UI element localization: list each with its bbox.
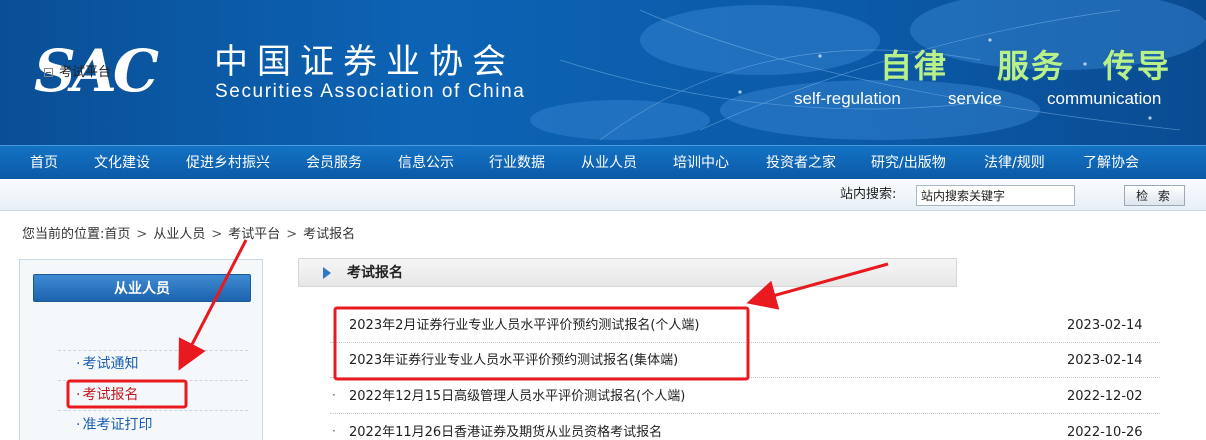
breadcrumb: 您当前的位置:首页 > 从业人员 > 考试平台 > 考试报名 — [22, 226, 355, 244]
slogan-communication-cn: 传导 — [1103, 47, 1172, 85]
news-date: 2022-12-02 — [1067, 389, 1143, 404]
section-title: 考试报名 — [347, 265, 403, 281]
news-date: 2023-02-14 — [1067, 318, 1143, 333]
slogan-self-regulation-cn: 自律 — [880, 47, 949, 85]
bullet-icon: · — [332, 388, 336, 402]
sidebar-link-exam-notice[interactable]: · 考试通知 — [76, 355, 138, 373]
collapse-minus-icon[interactable] — [44, 68, 53, 77]
main-nav: 首页 文化建设 促进乡村振兴 会员服务 信息公示 行业数据 从业人员 培训中心 … — [0, 145, 1206, 179]
org-name-en: Securities Association of China — [215, 81, 526, 102]
list-item[interactable]: 2023年2月证券行业专业人员水平评价预约测试报名(个人端) 2023-02-1… — [330, 309, 1160, 343]
search-input[interactable] — [916, 185, 1075, 206]
sidebar-divider — [58, 410, 248, 411]
nav-home[interactable]: 首页 — [30, 146, 58, 180]
list-item[interactable]: 2023年证券行业专业人员水平评价预约测试报名(集体端) 2023-02-14 — [330, 344, 1160, 378]
news-date: 2023-02-14 — [1067, 353, 1143, 368]
breadcrumb-exam-registration: 考试报名 — [303, 227, 356, 242]
sidebar-link-label: 准考证打印 — [82, 417, 153, 433]
sidebar-link-exam-registration[interactable]: · 考试报名 — [76, 386, 138, 404]
news-title[interactable]: 2022年12月15日高级管理人员水平评价测试报名(个人端) — [349, 388, 685, 406]
section-header: 考试报名 — [298, 258, 957, 287]
sidebar-group-exam-platform[interactable]: 考试平台 — [44, 64, 111, 82]
sidebar-group-label: 考试平台 — [59, 65, 112, 80]
breadcrumb-exam-platform[interactable]: 考试平台 — [228, 226, 280, 244]
news-title[interactable]: 2023年证券行业专业人员水平评价预约测试报名(集体端) — [349, 352, 678, 370]
breadcrumb-practitioners[interactable]: 从业人员 — [153, 226, 205, 244]
nav-member-services[interactable]: 会员服务 — [306, 146, 362, 180]
bullet-icon: · — [76, 356, 81, 372]
nav-culture[interactable]: 文化建设 — [94, 146, 150, 180]
sidebar-title[interactable]: 从业人员 — [33, 274, 251, 302]
nav-about[interactable]: 了解协会 — [1083, 146, 1139, 180]
nav-practitioners[interactable]: 从业人员 — [581, 146, 637, 180]
sidebar-link-label: 考试通知 — [82, 356, 139, 372]
bullet-icon: · — [76, 387, 81, 403]
breadcrumb-separator: > — [136, 227, 148, 242]
list-item[interactable]: · 2022年11月26日香港证券及期货从业员资格考试报名 2022-10-26 — [330, 416, 1160, 440]
nav-research[interactable]: 研究/出版物 — [871, 146, 946, 180]
breadcrumb-prefix: 您当前的位置: — [22, 227, 105, 242]
list-item[interactable]: · 2022年12月15日高级管理人员水平评价测试报名(个人端) 2022-12… — [330, 380, 1160, 414]
breadcrumb-separator: > — [286, 227, 298, 242]
news-date: 2022-10-26 — [1067, 425, 1143, 440]
sidebar-link-label: 考试报名 — [82, 387, 139, 403]
search-label: 站内搜索: — [840, 187, 897, 202]
slogan-service-en: service — [948, 89, 1002, 108]
search-button[interactable]: 检 索 — [1124, 185, 1185, 206]
breadcrumb-separator: > — [211, 227, 223, 242]
nav-law-rules[interactable]: 法律/规则 — [984, 146, 1045, 180]
nav-industry-data[interactable]: 行业数据 — [489, 146, 545, 180]
org-name-cn: 中国证券业协会 — [214, 42, 515, 82]
slogan-self-regulation-en: self-regulation — [794, 89, 901, 108]
news-title[interactable]: 2022年11月26日香港证券及期货从业员资格考试报名 — [349, 424, 662, 440]
bullet-icon: · — [76, 417, 81, 433]
nav-training[interactable]: 培训中心 — [673, 146, 729, 180]
sidebar-divider — [58, 380, 248, 381]
triangle-right-icon — [323, 267, 331, 279]
slogan-communication-en: communication — [1047, 89, 1162, 108]
sidebar-divider — [58, 350, 248, 351]
sidebar-link-admission-ticket[interactable]: · 准考证打印 — [76, 416, 152, 434]
breadcrumb-home[interactable]: 首页 — [104, 226, 130, 244]
news-title[interactable]: 2023年2月证券行业专业人员水平评价预约测试报名(个人端) — [349, 317, 700, 335]
nav-disclosure[interactable]: 信息公示 — [398, 146, 454, 180]
header-banner: SAC 中国证券业协会 Securities Association of Ch… — [0, 0, 1206, 145]
nav-rural-revitalization[interactable]: 促进乡村振兴 — [186, 146, 270, 180]
search-bar: 站内搜索: — [0, 179, 1206, 211]
nav-investors[interactable]: 投资者之家 — [766, 146, 836, 180]
slogan-service-cn: 服务 — [997, 47, 1066, 85]
bullet-icon: · — [332, 424, 336, 438]
